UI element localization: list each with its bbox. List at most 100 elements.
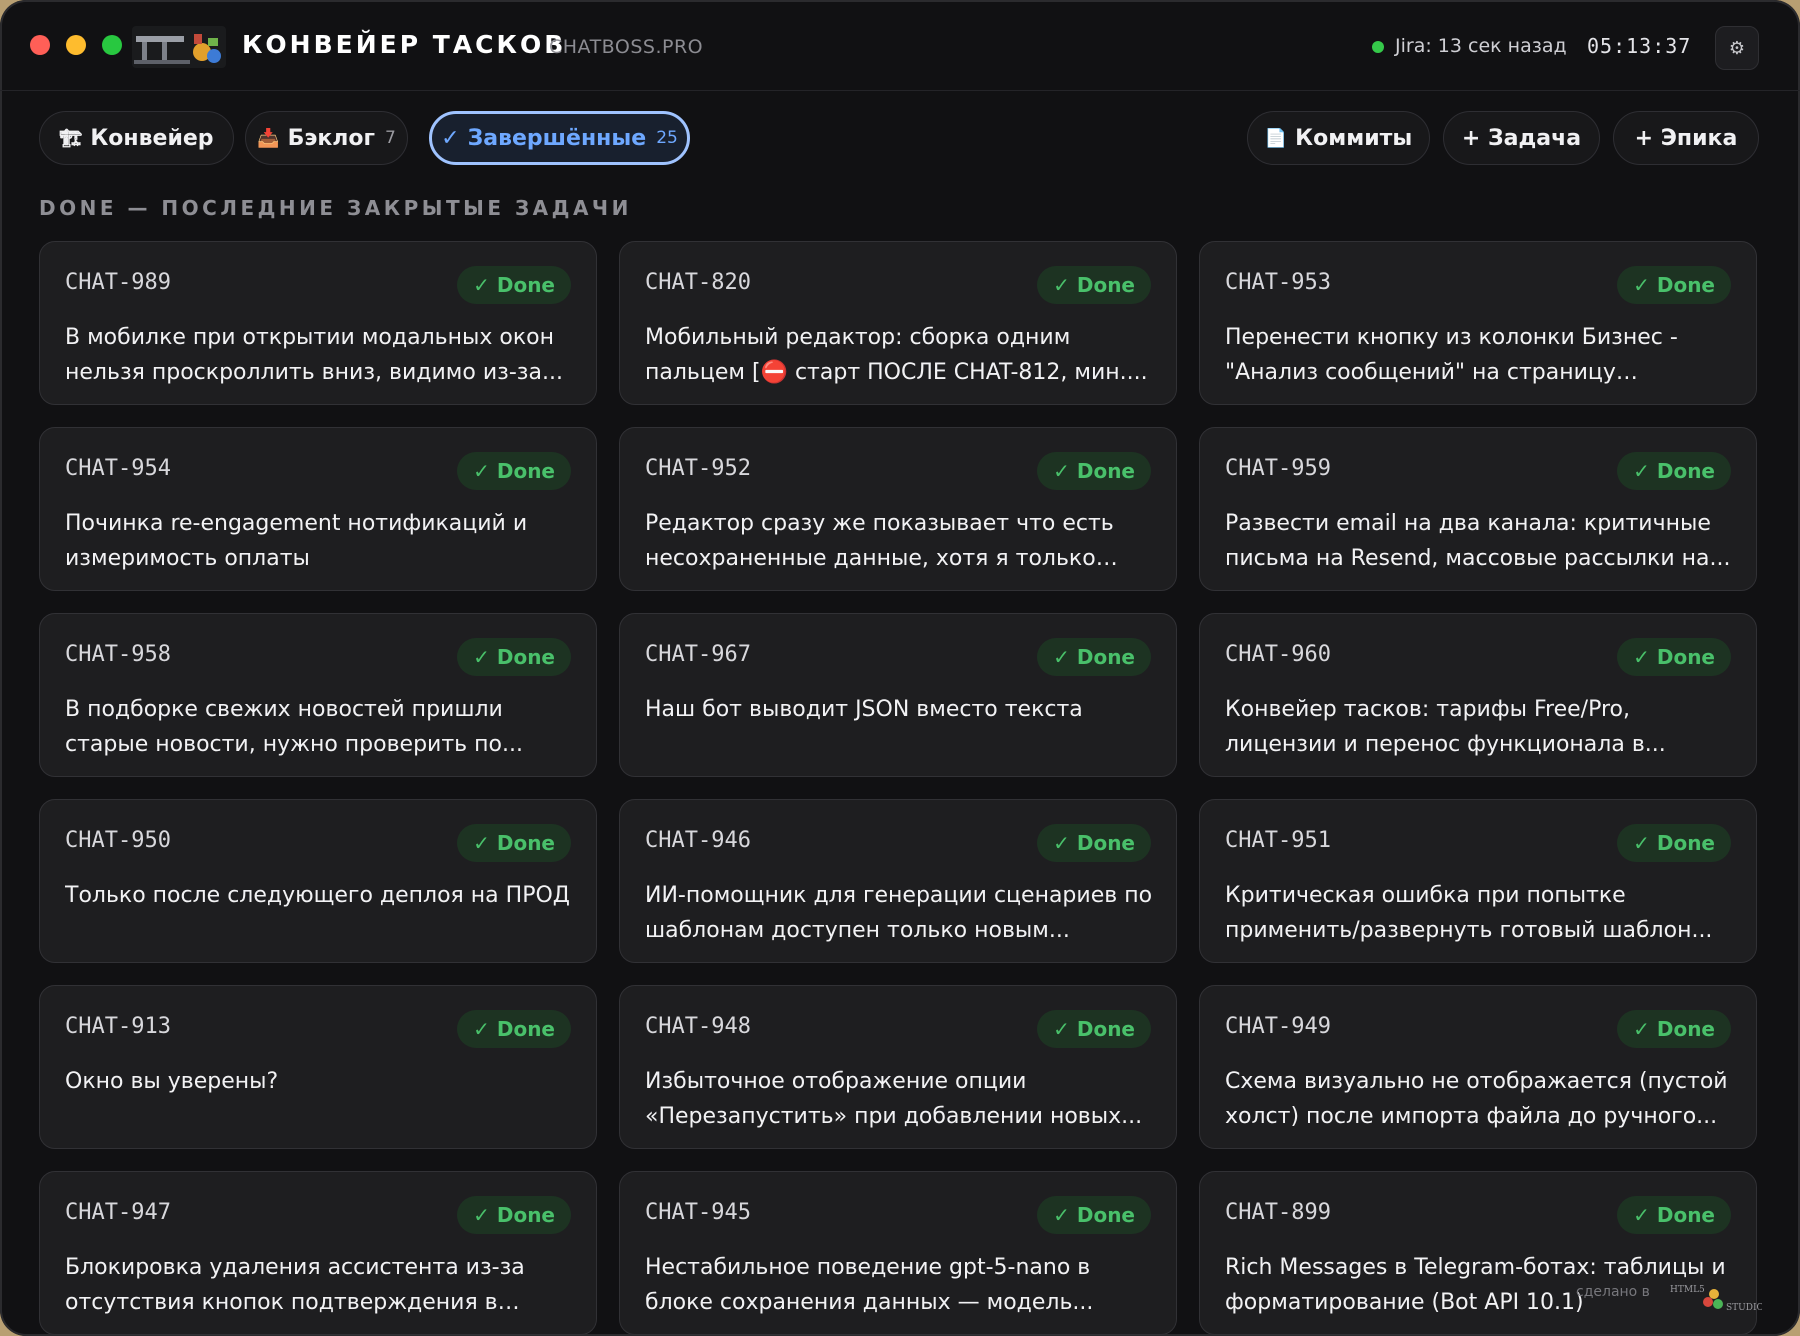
add-task-button[interactable]: + Задача — [1443, 111, 1600, 165]
task-summary: Rich Messages в Telegram-ботах: таблицы … — [1225, 1255, 1726, 1315]
task-key[interactable]: CHAT-951 — [1225, 828, 1331, 853]
task-card[interactable]: CHAT-958 ✓ Done В подборке свежих новостей… — [39, 613, 597, 777]
app-window: КОНВЕЙЕР ТАСКОВ CHATBOSS.PRO Jira: 13 се… — [0, 0, 1800, 1336]
task-summary: Нестабильное поведение gpt-5-nano в блок… — [645, 1255, 1094, 1315]
status-badge: ✓ Done — [1037, 638, 1151, 676]
task-card[interactable]: CHAT-945 ✓ Done Нестабильное поведение gpt… — [619, 1171, 1177, 1335]
tab-conveyor[interactable]: 🏗 Конвейер — [39, 111, 234, 165]
task-summary: Блокировка удаления ассистента из-за отс… — [65, 1255, 525, 1315]
tab-label: Конвейер — [90, 125, 214, 151]
status-badge: ✓ Done — [1037, 266, 1151, 304]
status-badge: ✓ Done — [1037, 452, 1151, 490]
maximize-window-button[interactable] — [102, 35, 122, 55]
task-card[interactable]: CHAT-947 ✓ Done Блокировка удаления ассист… — [39, 1171, 597, 1335]
title-bar: КОНВЕЙЕР ТАСКОВ CHATBOSS.PRO Jira: 13 се… — [0, 0, 1800, 91]
task-key[interactable]: CHAT-947 — [65, 1200, 171, 1225]
task-card[interactable]: CHAT-960 ✓ Done Конвейер тасков: тарифы Fr… — [1199, 613, 1757, 777]
task-card[interactable]: CHAT-952 ✓ Done Редактор сразу же показыва… — [619, 427, 1177, 591]
status-badge: ✓ Done — [457, 824, 571, 862]
task-key[interactable]: CHAT-959 — [1225, 456, 1331, 481]
status-badge: ✓ Done — [457, 1010, 571, 1048]
status-badge: ✓ Done — [457, 638, 571, 676]
status-badge: ✓ Done — [1617, 452, 1731, 490]
task-card[interactable]: CHAT-946 ✓ Done ИИ-помощник для генерации … — [619, 799, 1177, 963]
tab-label: Бэклог — [287, 125, 376, 151]
svg-text:STUDIO: STUDIO — [1726, 1303, 1762, 1313]
task-card[interactable]: CHAT-950 ✓ Done Только после следующего де… — [39, 799, 597, 963]
task-summary: В подборке свежих новостей пришли старые… — [65, 697, 523, 757]
commits-label: Коммиты — [1295, 125, 1413, 151]
task-card[interactable]: CHAT-959 ✓ Done Развести email на два кана… — [1199, 427, 1757, 591]
add-epic-button[interactable]: + Эпика — [1613, 111, 1759, 165]
checkmark-icon: ✓ — [441, 125, 460, 151]
tab-completed[interactable]: ✓ Завершённые 25 — [429, 111, 690, 165]
task-key[interactable]: CHAT-948 — [645, 1014, 751, 1039]
svg-text:HTML5: HTML5 — [1670, 1285, 1705, 1295]
inbox-tray-icon: 📥 — [257, 127, 280, 149]
status-badge: ✓ Done — [1037, 824, 1151, 862]
jira-sync-status: Jira: 13 сек назад — [1395, 35, 1567, 57]
task-summary: Перенести кнопку из колонки Бизнес - "Ан… — [1225, 325, 1678, 385]
close-window-button[interactable] — [30, 35, 50, 55]
status-badge: ✓ Done — [1037, 1010, 1151, 1048]
task-key[interactable]: CHAT-953 — [1225, 270, 1331, 295]
status-badge: ✓ Done — [1617, 824, 1731, 862]
task-summary: Мобильный редактор: сборка одним пальцем… — [645, 325, 1148, 385]
task-card[interactable]: CHAT-949 ✓ Done Схема визуально не отображ… — [1199, 985, 1757, 1149]
section-title: DONE — ПОСЛЕДНИЕ ЗАКРЫТЫЕ ЗАДАЧИ — [39, 196, 632, 220]
status-badge: ✓ Done — [1617, 638, 1731, 676]
task-key[interactable]: CHAT-949 — [1225, 1014, 1331, 1039]
add-epic-label: + Эпика — [1634, 125, 1738, 151]
status-badge: ✓ Done — [1617, 1010, 1731, 1048]
tab-backlog[interactable]: 📥 Бэклог 7 — [245, 111, 408, 165]
settings-button[interactable]: ⚙ — [1715, 26, 1759, 70]
gear-icon: ⚙ — [1728, 37, 1746, 59]
document-icon: 📄 — [1264, 127, 1288, 149]
tab-count: 25 — [656, 128, 678, 148]
task-key[interactable]: CHAT-967 — [645, 642, 751, 667]
conveyor-tab-icon: 🏗 — [59, 127, 83, 149]
task-summary: Критическая ошибка при попытке применить… — [1225, 883, 1713, 943]
task-card[interactable]: CHAT-951 ✓ Done Критическая ошибка при поп… — [1199, 799, 1757, 963]
task-key[interactable]: CHAT-913 — [65, 1014, 171, 1039]
task-key[interactable]: CHAT-989 — [65, 270, 171, 295]
status-badge: ✓ Done — [457, 266, 571, 304]
app-title: КОНВЕЙЕР ТАСКОВ — [242, 30, 567, 59]
status-badge: ✓ Done — [1617, 1196, 1731, 1234]
task-summary: ИИ-помощник для генерации сценариев по ш… — [645, 883, 1153, 943]
task-card[interactable]: CHAT-948 ✓ Done Избыточное отображение опц… — [619, 985, 1177, 1149]
task-summary: Схема визуально не отображается (пустой … — [1225, 1069, 1728, 1129]
task-summary: Окно вы уверены? — [65, 1069, 279, 1094]
task-key[interactable]: CHAT-820 — [645, 270, 751, 295]
tab-count: 7 — [385, 128, 396, 148]
app-domain: CHATBOSS.PRO — [549, 36, 704, 58]
task-summary: Только после следующего деплоя на ПРОД — [65, 883, 570, 908]
task-key[interactable]: CHAT-954 — [65, 456, 171, 481]
task-card[interactable]: CHAT-820 ✓ Done Мобильный редактор: сборка… — [619, 241, 1177, 405]
task-summary: Редактор сразу же показывает что есть не… — [645, 511, 1114, 571]
task-key[interactable]: CHAT-899 — [1225, 1200, 1331, 1225]
task-card[interactable]: CHAT-953 ✓ Done Перенести кнопку из колонк… — [1199, 241, 1757, 405]
task-key[interactable]: CHAT-945 — [645, 1200, 751, 1225]
minimize-window-button[interactable] — [66, 35, 86, 55]
status-badge: ✓ Done — [457, 1196, 571, 1234]
task-card[interactable]: CHAT-954 ✓ Done Починка re-engagement ноти… — [39, 427, 597, 591]
task-summary: Избыточное отображение опции «Перезапуст… — [645, 1069, 1143, 1129]
tab-label: Завершённые — [467, 125, 647, 151]
clock: 05:13:37 — [1587, 34, 1692, 58]
task-summary: Развести email на два канала: критичные … — [1225, 511, 1731, 571]
html5-studio-logo-icon: HTML5 STUDIO — [1670, 1285, 1762, 1313]
task-summary: Починка re-engagement нотификаций и изме… — [65, 511, 528, 571]
task-key[interactable]: CHAT-952 — [645, 456, 751, 481]
commits-button[interactable]: 📄 Коммиты — [1247, 111, 1430, 165]
task-card[interactable]: CHAT-989 ✓ Done В мобилке при открытии мод… — [39, 241, 597, 405]
task-key[interactable]: CHAT-960 — [1225, 642, 1331, 667]
task-card[interactable]: CHAT-913 ✓ Done Окно вы уверены? — [39, 985, 597, 1149]
status-badge: ✓ Done — [457, 452, 571, 490]
task-key[interactable]: CHAT-958 — [65, 642, 171, 667]
jira-status-dot-icon — [1372, 41, 1384, 53]
task-key[interactable]: CHAT-946 — [645, 828, 751, 853]
task-key[interactable]: CHAT-950 — [65, 828, 171, 853]
task-card[interactable]: CHAT-967 ✓ Done Наш бот выводит JSON вмест… — [619, 613, 1177, 777]
conveyor-logo-icon — [132, 26, 226, 68]
